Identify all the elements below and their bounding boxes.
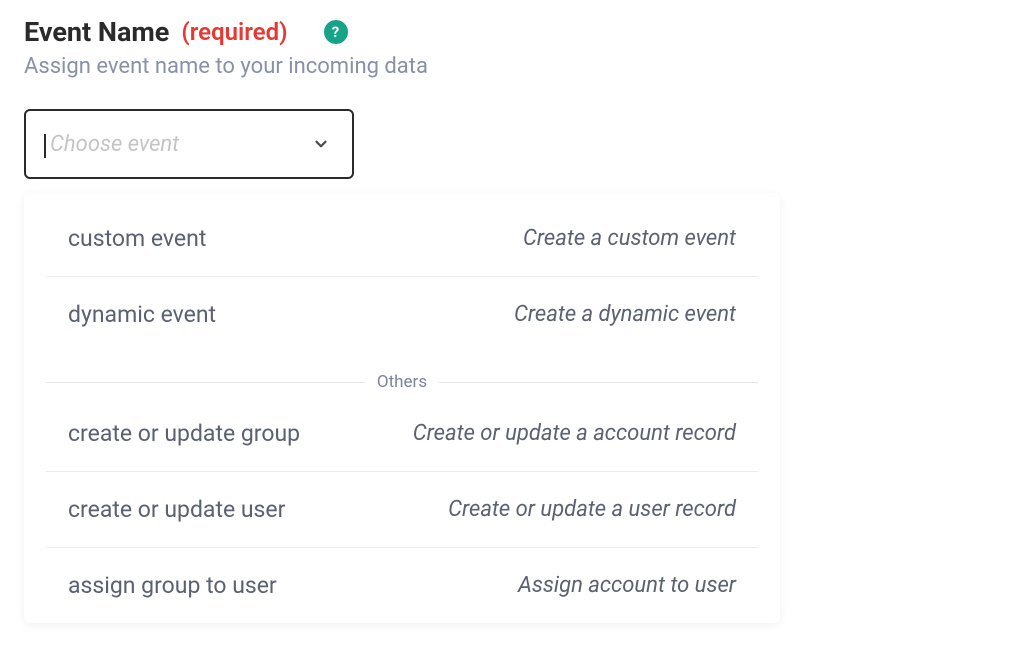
option-name: create or update user: [68, 496, 285, 523]
section-divider: Others: [46, 372, 758, 392]
option-name: create or update group: [68, 420, 300, 447]
chevron-down-icon: [312, 135, 330, 153]
option-name: custom event: [68, 225, 206, 252]
field-header: Event Name (required) ?: [24, 16, 1000, 48]
field-subtitle: Assign event name to your incoming data: [24, 54, 1000, 79]
required-label: (required): [181, 18, 287, 46]
dropdown-option-dynamic-event[interactable]: dynamic event Create a dynamic event: [46, 277, 758, 352]
option-description: Create a custom event: [523, 226, 736, 251]
dropdown-option-create-update-user[interactable]: create or update user Create or update a…: [46, 472, 758, 548]
event-dropdown: custom event Create a custom event dynam…: [24, 193, 780, 623]
divider-line: [439, 382, 758, 383]
divider-line: [46, 382, 365, 383]
section-label: Others: [377, 372, 427, 392]
option-description: Create or update a account record: [413, 421, 736, 446]
dropdown-option-custom-event[interactable]: custom event Create a custom event: [46, 201, 758, 277]
option-name: assign group to user: [68, 572, 277, 599]
dropdown-option-create-update-group[interactable]: create or update group Create or update …: [46, 396, 758, 472]
dropdown-option-assign-group-to-user[interactable]: assign group to user Assign account to u…: [46, 548, 758, 623]
field-title: Event Name: [24, 16, 169, 48]
option-description: Create or update a user record: [448, 497, 736, 522]
option-description: Assign account to user: [518, 573, 736, 598]
option-description: Create a dynamic event: [514, 302, 736, 327]
help-icon[interactable]: ?: [324, 20, 348, 44]
event-select[interactable]: Choose event: [24, 109, 354, 179]
text-cursor: [44, 134, 46, 158]
select-placeholder: Choose event: [50, 132, 179, 157]
select-placeholder-text: Choose event: [50, 132, 179, 157]
option-name: dynamic event: [68, 301, 216, 328]
